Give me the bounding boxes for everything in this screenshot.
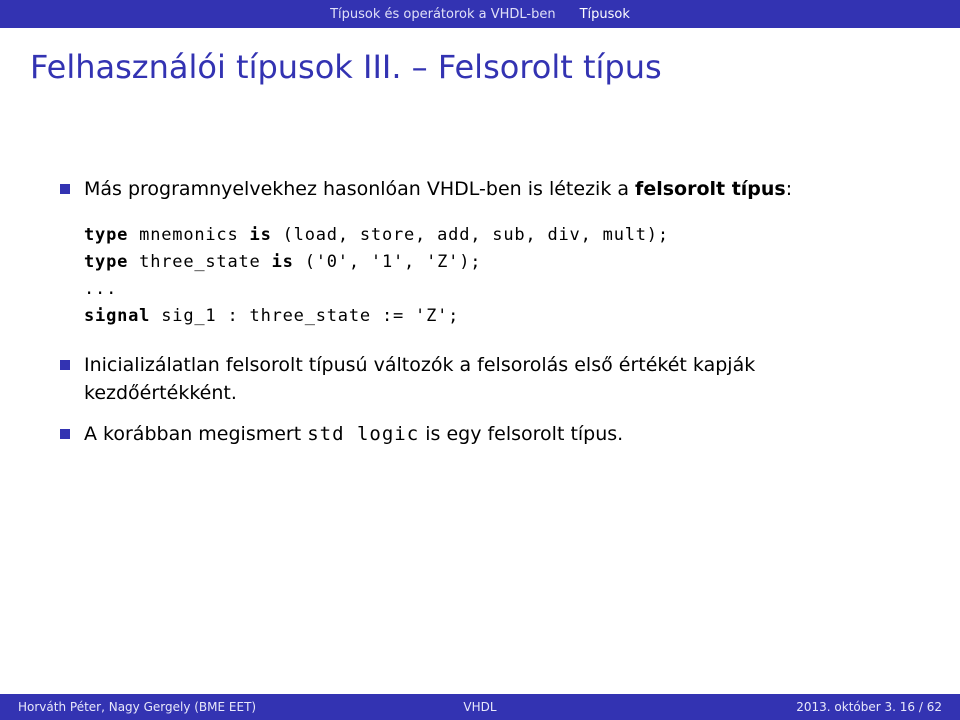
code-block: type mnemonics is (load, store, add, sub… xyxy=(84,222,900,331)
slide-body: Más programnyelvekhez hasonlóan VHDL-ben… xyxy=(60,176,900,449)
footer-author: Horváth Péter, Nagy Gergely (BME EET) xyxy=(0,700,326,714)
list-item: Inicializálatlan felsorolt típusú változ… xyxy=(60,352,900,407)
footer-title: VHDL xyxy=(326,700,634,714)
footer-page: 2013. október 3. 16 / 62 xyxy=(634,700,960,714)
slide-footer: Horváth Péter, Nagy Gergely (BME EET) VH… xyxy=(0,694,960,720)
square-bullet-icon xyxy=(60,184,70,194)
breadcrumb: Típusok és operátorok a VHDL-ben Típusok xyxy=(0,0,960,28)
bullet-text: Más programnyelvekhez hasonlóan VHDL-ben… xyxy=(84,176,900,204)
list-item: Más programnyelvekhez hasonlóan VHDL-ben… xyxy=(60,176,900,204)
page-title: Felhasználói típusok III. – Felsorolt tí… xyxy=(30,48,960,86)
bullet-text: A korábban megismert std logic is egy fe… xyxy=(84,421,900,449)
breadcrumb-subsection: Típusok xyxy=(580,7,630,22)
breadcrumb-section: Típusok és operátorok a VHDL-ben xyxy=(330,7,556,22)
square-bullet-icon xyxy=(60,429,70,439)
list-item: A korábban megismert std logic is egy fe… xyxy=(60,421,900,449)
bullet-text: Inicializálatlan felsorolt típusú változ… xyxy=(84,352,900,407)
square-bullet-icon xyxy=(60,360,70,370)
